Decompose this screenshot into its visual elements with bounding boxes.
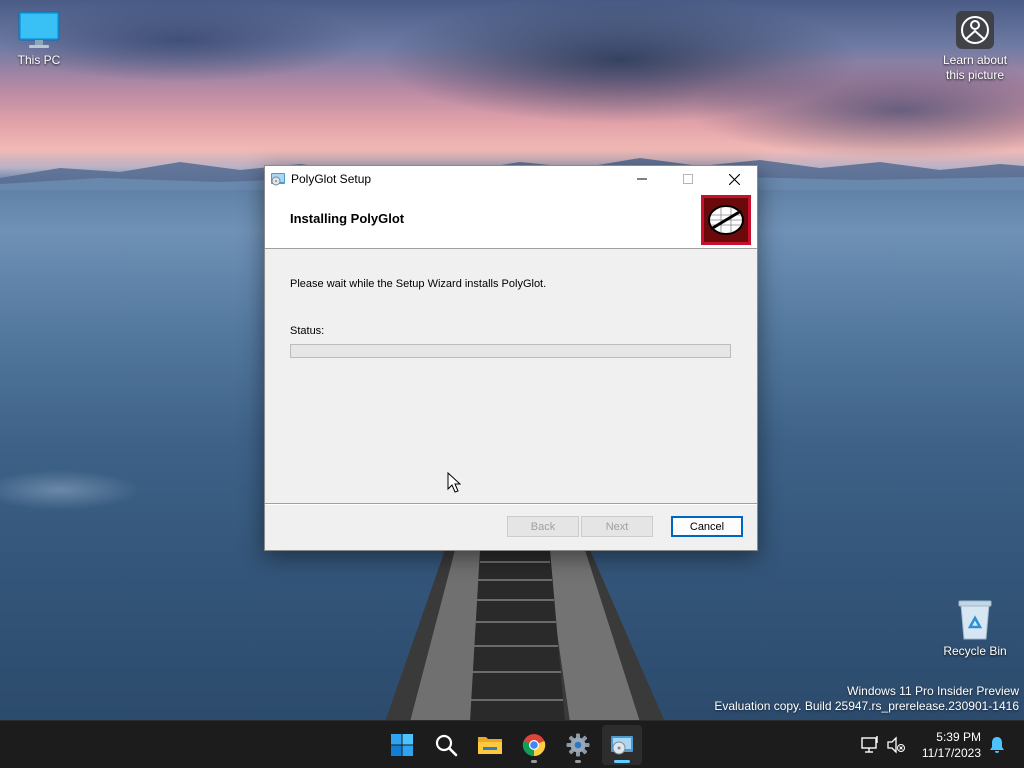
install-progress-bar <box>290 344 731 358</box>
setup-window: PolyGlot Setup Installing PolyGlot Pleas… <box>264 165 758 551</box>
system-clock[interactable]: 5:39 PM 11/17/2023 <box>922 729 981 761</box>
settings-button[interactable] <box>558 725 598 765</box>
title-bar[interactable]: PolyGlot Setup <box>265 166 757 192</box>
desktop-icon-label: Recycle Bin <box>943 644 1007 658</box>
desktop-icon-this-pc[interactable]: This PC <box>0 10 78 68</box>
watermark-line-1: Windows 11 Pro Insider Preview <box>847 684 1019 698</box>
wizard-banner: Installing PolyGlot <box>265 192 757 249</box>
watermark-line-2: Evaluation copy. Build 25947.rs_prerelea… <box>714 699 1019 713</box>
camera-icon <box>956 11 994 49</box>
maximize-icon <box>683 174 693 184</box>
desktop-icon-label: This PC <box>17 53 61 67</box>
file-explorer-button[interactable] <box>470 725 510 765</box>
installer-icon <box>611 736 633 755</box>
page-title: Installing PolyGlot <box>290 211 405 226</box>
next-button[interactable]: Next <box>581 516 653 537</box>
wooden-pier <box>385 550 665 722</box>
running-indicator <box>575 760 581 763</box>
installer-icon <box>271 173 285 186</box>
folder-icon <box>478 737 502 754</box>
minimize-icon <box>637 178 647 180</box>
close-icon <box>728 173 740 185</box>
chrome-icon <box>522 734 546 757</box>
water-reflection <box>0 470 140 510</box>
volume-muted-icon[interactable] <box>886 735 906 755</box>
taskbar: 5:39 PM 11/17/2023 <box>0 720 1024 768</box>
window-title: PolyGlot Setup <box>291 172 372 186</box>
minimize-button[interactable] <box>619 166 665 192</box>
maximize-button[interactable] <box>665 166 711 192</box>
close-button[interactable] <box>711 166 757 192</box>
recycle-bin-icon <box>958 600 992 640</box>
clock-date: 11/17/2023 <box>921 746 981 760</box>
search-button[interactable] <box>426 725 466 765</box>
running-indicator <box>531 760 537 763</box>
wizard-message: Please wait while the Setup Wizard insta… <box>290 278 547 290</box>
footer-divider <box>265 503 757 505</box>
clock-time: 5:39 PM <box>936 730 981 744</box>
polyglot-logo-icon <box>701 195 751 245</box>
gear-icon <box>566 733 590 757</box>
start-button[interactable] <box>382 725 422 765</box>
desktop-icon-learn-about-picture[interactable]: Learn about this picture <box>936 10 1014 83</box>
status-label: Status: <box>290 325 325 337</box>
cancel-button[interactable]: Cancel <box>671 516 743 537</box>
desktop-icon-recycle-bin[interactable]: Recycle Bin <box>936 597 1014 659</box>
windows-logo-icon <box>391 734 413 756</box>
windows-watermark: Windows 11 Pro Insider Preview Evaluatio… <box>714 684 1019 714</box>
search-icon <box>435 734 458 757</box>
window-controls <box>619 166 757 192</box>
back-button[interactable]: Back <box>507 516 579 537</box>
monitor-icon <box>18 11 60 48</box>
setup-taskbar-button[interactable] <box>602 725 642 765</box>
active-indicator <box>614 760 630 763</box>
notification-bell-icon[interactable] <box>987 735 1007 755</box>
chrome-button[interactable] <box>514 725 554 765</box>
mouse-cursor-icon <box>447 472 461 493</box>
desktop-icon-label: Learn about this picture <box>942 53 1008 82</box>
network-icon[interactable] <box>860 735 880 755</box>
